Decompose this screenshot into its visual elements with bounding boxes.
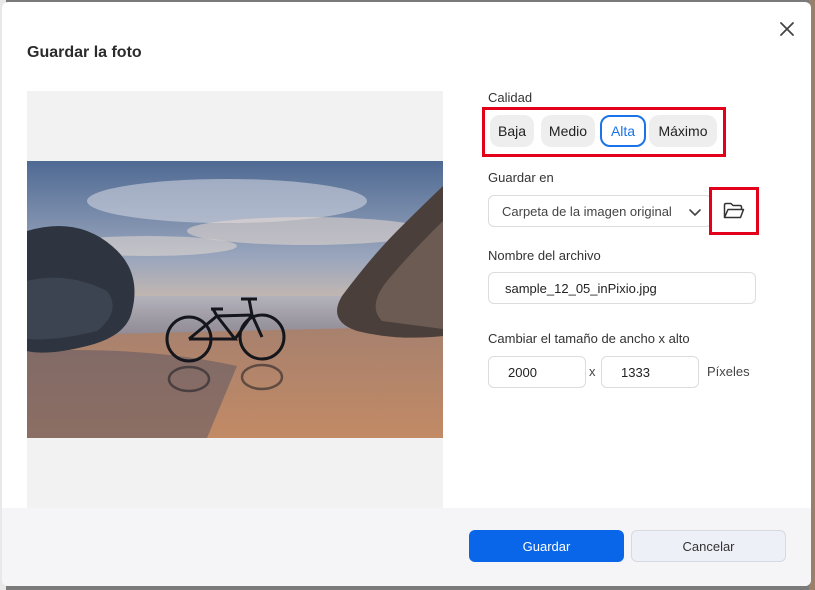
save-location-label: Guardar en [488,170,554,185]
chevron-down-icon [689,209,701,216]
quality-option-medio[interactable]: Medio [541,115,595,147]
image-preview [27,91,443,511]
width-input[interactable]: 2000 [488,356,586,388]
quality-option-maximo[interactable]: Máximo [649,115,717,147]
browse-folder-button[interactable] [709,187,759,235]
dimension-separator: x [589,364,596,379]
unit-label: Píxeles [707,364,750,379]
file-name-input[interactable]: sample_12_05_inPixio.jpg [488,272,756,304]
save-photo-dialog: Guardar la foto Calidad Baja Medio Alta … [2,2,811,586]
cancel-button[interactable]: Cancelar [631,530,786,562]
close-button[interactable] [774,16,800,42]
file-name-label: Nombre del archivo [488,248,601,263]
quality-label: Calidad [488,90,533,105]
save-location-select[interactable]: Carpeta de la imagen original [488,195,712,227]
close-icon [780,22,794,36]
height-input[interactable]: 1333 [601,356,699,388]
save-location-value: Carpeta de la imagen original [502,203,672,219]
dialog-title: Guardar la foto [27,44,142,61]
quality-option-baja[interactable]: Baja [490,115,534,147]
resize-label: Cambiar el tamaño de ancho x alto [488,331,690,346]
quality-option-alta[interactable]: Alta [600,115,646,147]
folder-open-icon [723,202,745,219]
preview-photo [27,161,443,438]
save-button[interactable]: Guardar [469,530,624,562]
